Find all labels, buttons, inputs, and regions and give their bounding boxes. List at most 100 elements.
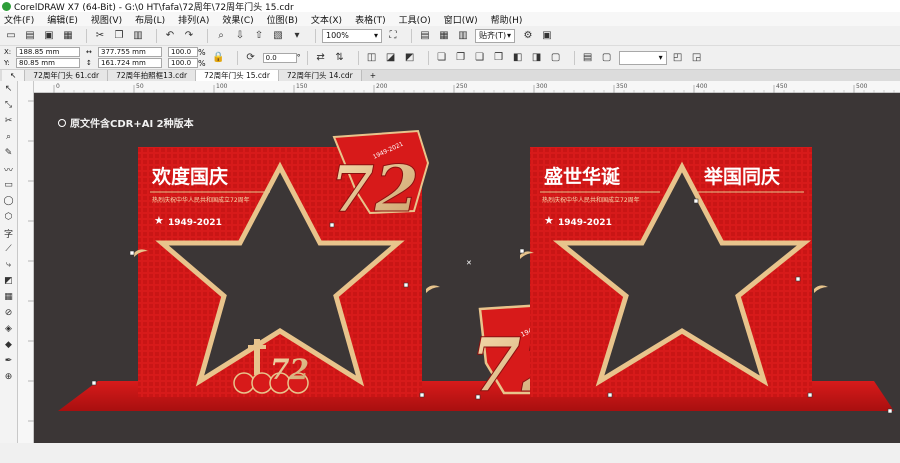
- add-tab-icon[interactable]: +: [361, 70, 385, 81]
- full-screen-icon[interactable]: ⛶: [386, 29, 400, 43]
- polygon-tool-icon[interactable]: ⬡: [2, 211, 16, 223]
- ruler-label: 0: [56, 83, 60, 90]
- ruler-label: 400: [696, 83, 708, 90]
- zoom-tool-icon[interactable]: ⌕: [2, 131, 16, 143]
- outline-width-select[interactable]: ▾: [618, 50, 667, 65]
- undo-icon[interactable]: ↶: [163, 29, 177, 43]
- export-pdf-icon[interactable]: ▧: [271, 29, 285, 43]
- redo-icon[interactable]: ↷: [182, 29, 196, 43]
- intersect-icon[interactable]: ❑: [473, 51, 487, 65]
- to-front-icon[interactable]: ◰: [671, 51, 685, 65]
- show-rulers-icon[interactable]: ▤: [418, 29, 432, 43]
- tab-doc-13[interactable]: 72周年拍照框13.cdr: [108, 70, 197, 81]
- x-position-field[interactable]: 188.85 mm: [16, 47, 80, 57]
- settings-icon[interactable]: ▣: [540, 29, 554, 43]
- drop-shadow-icon[interactable]: ◩: [2, 275, 16, 287]
- tab-doc-15[interactable]: 72周年门头 15.cdr: [196, 70, 279, 81]
- connector-tool-icon[interactable]: ⤷: [2, 259, 16, 271]
- text-tool-icon[interactable]: 字: [2, 227, 16, 240]
- menu-view[interactable]: 视图(V): [91, 13, 122, 26]
- mirror-horizontal-icon[interactable]: ⇄: [314, 51, 328, 65]
- front-minus-back-icon[interactable]: ◧: [511, 51, 525, 65]
- ruler-label: 50: [136, 83, 144, 90]
- eyedropper-icon[interactable]: ⊘: [2, 307, 16, 319]
- menu-text[interactable]: 文本(X): [311, 13, 342, 26]
- copy-icon[interactable]: ❐: [112, 29, 126, 43]
- ungroup-all-icon[interactable]: ◩: [403, 51, 417, 65]
- ellipse-tool-icon[interactable]: ◯: [2, 195, 16, 207]
- menu-arrange[interactable]: 排列(A): [178, 13, 209, 26]
- menu-table[interactable]: 表格(T): [355, 13, 386, 26]
- small-72-number: 72: [270, 353, 309, 386]
- drawing-area[interactable]: 0 50 100 150 200 250 300 350 400 450 500: [34, 81, 900, 443]
- application-launcher-icon[interactable]: ▾: [290, 29, 304, 43]
- horizontal-ruler[interactable]: 0 50 100 150 200 250 300 350 400 450 500: [34, 81, 900, 93]
- menu-help[interactable]: 帮助(H): [491, 13, 523, 26]
- show-guidelines-icon[interactable]: ▥: [456, 29, 470, 43]
- rectangle-tool-icon[interactable]: ▭: [2, 179, 16, 191]
- crop-tool-icon[interactable]: ✂: [2, 115, 16, 127]
- zoom-select[interactable]: 100% ▾: [322, 28, 382, 43]
- print-icon[interactable]: ▦: [61, 29, 75, 43]
- pick-tool-icon[interactable]: ↖: [2, 83, 16, 95]
- scale-y-field[interactable]: 100.0: [168, 58, 198, 68]
- parallel-dimension-icon[interactable]: ⟋: [2, 243, 16, 255]
- ruler-label: 100: [216, 83, 228, 90]
- cut-icon[interactable]: ✂: [93, 29, 107, 43]
- lock-ratio-icon[interactable]: 🔒: [212, 51, 226, 65]
- menu-bitmaps[interactable]: 位图(B): [267, 13, 298, 26]
- open-icon[interactable]: ▤: [23, 29, 37, 43]
- menu-file[interactable]: 文件(F): [4, 13, 34, 26]
- smart-fill-icon[interactable]: ◆: [2, 339, 16, 351]
- outline-pen-icon[interactable]: ✒: [2, 355, 16, 367]
- simplify-icon[interactable]: ❒: [492, 51, 506, 65]
- align-distribute-icon[interactable]: ▤: [581, 51, 595, 65]
- rotation-icon[interactable]: ⟳: [244, 51, 258, 65]
- menu-layout[interactable]: 布局(L): [135, 13, 165, 26]
- scale-x-field[interactable]: 100.0: [168, 47, 198, 57]
- weld-icon[interactable]: ❏: [435, 51, 449, 65]
- tab-doc-61[interactable]: 72周年门头 61.cdr: [25, 70, 109, 81]
- artistic-media-icon[interactable]: 〰: [2, 163, 16, 176]
- height-field[interactable]: 161.724 mm: [98, 58, 162, 68]
- toolbar-separator: [86, 28, 87, 43]
- tab-doc-14[interactable]: 72周年门头 14.cdr: [278, 70, 362, 81]
- ungroup-icon[interactable]: ◪: [384, 51, 398, 65]
- group-icon[interactable]: ◫: [365, 51, 379, 65]
- menu-tools[interactable]: 工具(O): [399, 13, 431, 26]
- canvas-note: 原文件含CDR+AI 2种版本: [58, 115, 194, 130]
- menu-edit[interactable]: 编辑(E): [47, 13, 78, 26]
- outline-icon[interactable]: ▢: [600, 51, 614, 65]
- trim-icon[interactable]: ❐: [454, 51, 468, 65]
- horizontal-ruler-ticks: 0 50 100 150 200 250 300 350 400 450 500: [53, 83, 895, 93]
- right-headline-left: 盛世华诞: [544, 165, 621, 188]
- interactive-fill-icon[interactable]: ◈: [2, 323, 16, 335]
- mirror-vertical-icon[interactable]: ⇅: [333, 51, 347, 65]
- export-icon[interactable]: ⇧: [252, 29, 266, 43]
- show-grid-icon[interactable]: ▦: [437, 29, 451, 43]
- menu-effects[interactable]: 效果(C): [222, 13, 253, 26]
- angle-field[interactable]: 0.0: [262, 52, 297, 63]
- snap-to-select[interactable]: 贴齐(T) ▾: [475, 28, 515, 43]
- add-tool-icon[interactable]: ⊕: [2, 371, 16, 383]
- canvas[interactable]: 欢度国庆 热烈庆祝中华人民共和国成立72周年 ★ 1949-2021 72 19…: [34, 93, 900, 443]
- save-icon[interactable]: ▣: [42, 29, 56, 43]
- freehand-tool-icon[interactable]: ✎: [2, 147, 16, 159]
- tab-icon-select[interactable]: ↖: [2, 70, 26, 81]
- y-position-field[interactable]: 80.85 mm: [16, 58, 80, 68]
- create-boundary-icon[interactable]: ▢: [549, 51, 563, 65]
- options-icon[interactable]: ⚙: [521, 29, 535, 43]
- to-back-icon[interactable]: ◲: [690, 51, 704, 65]
- vertical-ruler[interactable]: [18, 81, 34, 443]
- shape-tool-icon[interactable]: ⤡: [2, 99, 16, 111]
- menu-window[interactable]: 窗口(W): [444, 13, 478, 26]
- window-title: CorelDRAW X7 (64-Bit) - G:\0 HT\fafa\72周…: [14, 2, 294, 13]
- width-field[interactable]: 377.755 mm: [98, 47, 162, 57]
- new-document-icon[interactable]: ▭: [4, 29, 18, 43]
- search-icon[interactable]: ⌕: [214, 29, 228, 43]
- width-icon: ↔: [86, 48, 92, 56]
- transparency-icon[interactable]: ▦: [2, 291, 16, 303]
- paste-icon[interactable]: ▥: [131, 29, 145, 43]
- back-minus-front-icon[interactable]: ◨: [530, 51, 544, 65]
- import-icon[interactable]: ⇩: [233, 29, 247, 43]
